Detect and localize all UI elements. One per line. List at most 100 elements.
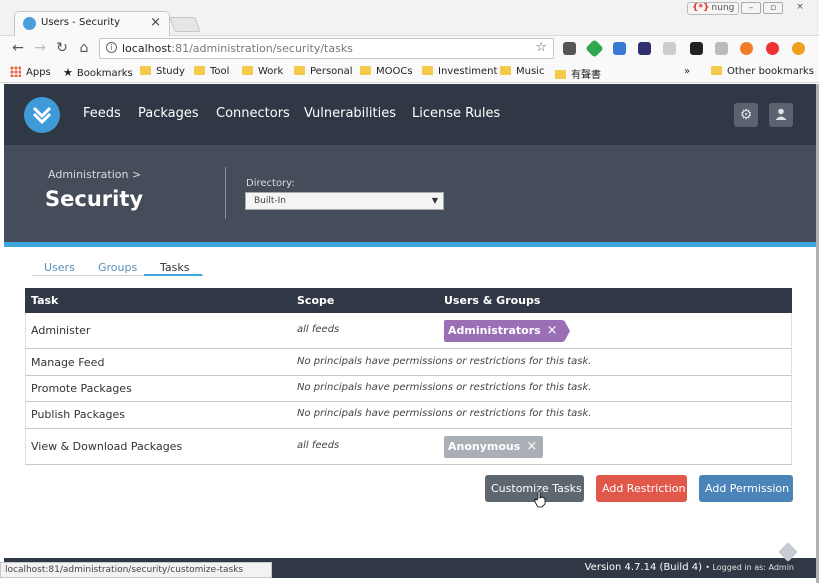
info-icon[interactable]: i bbox=[106, 42, 117, 53]
task-name: Promote Packages bbox=[31, 382, 132, 395]
settings-gear-icon[interactable]: ⚙ bbox=[734, 103, 758, 127]
bookmark-folder-audiobooks[interactable]: 有聲書 bbox=[555, 66, 601, 81]
browser-tab[interactable]: Users - Security × bbox=[14, 11, 170, 36]
proget-logo-icon[interactable] bbox=[24, 97, 60, 133]
new-tab-button[interactable] bbox=[169, 17, 201, 32]
tab-close-icon[interactable]: × bbox=[150, 15, 161, 30]
divider bbox=[225, 167, 226, 219]
nav-feeds[interactable]: Feeds bbox=[83, 106, 121, 121]
bookmark-folder-moocs[interactable]: MOOCs bbox=[360, 66, 413, 77]
block-extension-icon[interactable] bbox=[740, 42, 753, 55]
directory-select[interactable]: Built-In ▼ bbox=[245, 192, 444, 210]
browser-profile-button[interactable]: {*} nung bbox=[687, 2, 740, 15]
back-arrow-icon[interactable]: ← bbox=[10, 40, 26, 56]
remove-x-icon[interactable]: × bbox=[547, 323, 558, 338]
bookmark-folder-personal[interactable]: Personal bbox=[294, 66, 353, 77]
table-row[interactable]: View & Download Packages all feeds Anony… bbox=[25, 429, 792, 465]
dropdown-caret-icon: ▼ bbox=[431, 196, 438, 205]
task-name: Publish Packages bbox=[31, 408, 126, 421]
bookmark-folder-study[interactable]: Study bbox=[140, 66, 185, 77]
folder-icon bbox=[194, 66, 205, 75]
bookmark-folder-work[interactable]: Work bbox=[242, 66, 283, 77]
apps-grid-icon bbox=[10, 66, 21, 77]
nav-vulnerabilities[interactable]: Vulnerabilities bbox=[304, 106, 396, 121]
remove-x-icon[interactable]: × bbox=[526, 439, 537, 454]
task-scope-empty: No principals have permissions or restri… bbox=[297, 408, 592, 419]
tab-users[interactable]: Users bbox=[44, 261, 75, 274]
proget-favicon-icon bbox=[23, 17, 36, 30]
bookmark-folder-music[interactable]: Music bbox=[500, 66, 544, 77]
task-name: Administer bbox=[31, 324, 91, 337]
main-content: Users Groups Tasks Task Scope Users & Gr… bbox=[4, 247, 816, 558]
pocket-extension-icon[interactable] bbox=[563, 42, 576, 55]
active-tab-indicator bbox=[144, 274, 202, 276]
feedly-extension-icon[interactable] bbox=[585, 39, 604, 58]
nav-packages[interactable]: Packages bbox=[138, 106, 199, 121]
breadcrumb[interactable]: Administration > bbox=[48, 168, 141, 181]
version-info: Version 4.7.14 (Build 4) • Logged in as:… bbox=[585, 562, 794, 573]
home-icon[interactable]: ⌂ bbox=[76, 40, 92, 56]
task-scope: all feeds bbox=[297, 440, 340, 451]
page-title: Security bbox=[45, 187, 144, 211]
hand-cursor-icon bbox=[534, 490, 546, 508]
profile-name: nung bbox=[711, 3, 735, 13]
tasks-table: Task Scope Users & Groups Administer all… bbox=[25, 288, 792, 465]
minimize-button[interactable]: – bbox=[741, 2, 761, 14]
table-header: Task Scope Users & Groups bbox=[25, 288, 792, 313]
bookmark-folder-tool[interactable]: Tool bbox=[194, 66, 229, 77]
nav-connectors[interactable]: Connectors bbox=[216, 106, 290, 121]
task-name: View & Download Packages bbox=[31, 440, 183, 453]
profile-icon: {*} bbox=[692, 3, 710, 13]
column-header-scope: Scope bbox=[297, 294, 335, 307]
task-scope-empty: No principals have permissions or restri… bbox=[297, 382, 592, 393]
table-row[interactable]: Manage Feed No principals have permissio… bbox=[25, 349, 792, 376]
table-row[interactable]: Administer all feeds Administrators × bbox=[25, 313, 792, 349]
folder-icon bbox=[555, 70, 566, 79]
bookmark-star-icon[interactable]: ☆ bbox=[535, 40, 547, 55]
alert-extension-icon[interactable] bbox=[792, 42, 805, 55]
reload-icon[interactable]: ↻ bbox=[54, 40, 70, 56]
add-restriction-button[interactable]: Add Restriction bbox=[596, 475, 687, 502]
logo-chevron-icon bbox=[32, 106, 52, 124]
task-name: Manage Feed bbox=[31, 356, 105, 369]
folder-icon bbox=[711, 66, 722, 75]
opera-extension-icon[interactable] bbox=[766, 42, 779, 55]
tab-groups[interactable]: Groups bbox=[98, 261, 137, 274]
add-permission-button[interactable]: Add Permission bbox=[699, 475, 793, 502]
url-text: localhost:81/administration/security/tas… bbox=[122, 42, 353, 55]
task-scope-empty: No principals have permissions or restri… bbox=[297, 356, 592, 367]
app-header: Feeds Packages Connectors Vulnerabilitie… bbox=[4, 84, 816, 145]
maximize-button[interactable]: ▫ bbox=[763, 2, 783, 14]
onenote-extension-icon[interactable] bbox=[638, 42, 651, 55]
admin-title-band: Administration > Security Directory: Bui… bbox=[4, 145, 816, 242]
close-window-button[interactable]: × bbox=[790, 2, 810, 14]
bookmark-apps[interactable]: Apps bbox=[10, 66, 51, 78]
nav-license-rules[interactable]: License Rules bbox=[412, 106, 500, 121]
table-row[interactable]: Publish Packages No principals have perm… bbox=[25, 402, 792, 429]
bookmark-bookmarks[interactable]: ★ Bookmarks bbox=[63, 66, 133, 79]
tab-tasks[interactable]: Tasks bbox=[160, 261, 189, 274]
star-icon: ★ bbox=[63, 66, 73, 79]
directory-select-value: Built-In bbox=[254, 196, 287, 206]
folder-icon bbox=[140, 66, 151, 75]
copy-extension-icon[interactable] bbox=[663, 42, 676, 55]
bookmarks-overflow-chevron[interactable]: » bbox=[684, 66, 690, 77]
column-header-users-groups: Users & Groups bbox=[444, 294, 541, 307]
bookmarks-bar: Apps ★ Bookmarks Study Tool Work Personal… bbox=[0, 62, 819, 83]
task-scope: all feeds bbox=[297, 324, 340, 335]
user-account-icon[interactable] bbox=[769, 103, 793, 127]
forward-arrow-icon[interactable]: → bbox=[32, 40, 48, 56]
address-bar[interactable]: i localhost:81/administration/security/t… bbox=[99, 38, 554, 59]
video-extension-icon[interactable] bbox=[690, 42, 703, 55]
directory-label: Directory: bbox=[246, 178, 295, 189]
reader-extension-icon[interactable] bbox=[715, 42, 728, 55]
bookmark-folder-other[interactable]: Other bookmarks bbox=[711, 66, 814, 77]
folder-icon bbox=[360, 66, 371, 75]
bookmark-folder-investiment[interactable]: Investiment bbox=[422, 66, 497, 77]
table-row[interactable]: Promote Packages No principals have perm… bbox=[25, 376, 792, 402]
principal-tag-administrators[interactable]: Administrators × bbox=[444, 320, 570, 342]
v-extension-icon[interactable] bbox=[613, 42, 626, 55]
principal-tag-anonymous[interactable]: Anonymous × bbox=[444, 436, 544, 458]
logged-in-text: • Logged in as: Admin bbox=[705, 563, 794, 572]
folder-icon bbox=[422, 66, 433, 75]
